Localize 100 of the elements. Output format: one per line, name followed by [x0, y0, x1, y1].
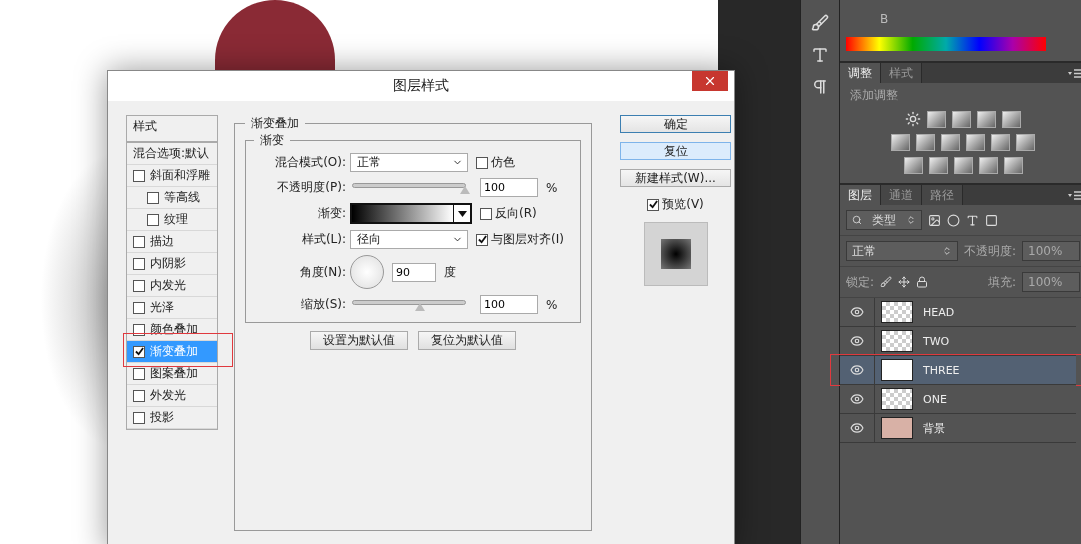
eye-icon[interactable]: [850, 363, 864, 377]
checkbox[interactable]: [480, 207, 492, 220]
gradient-picker[interactable]: [350, 203, 472, 224]
checkbox[interactable]: [133, 389, 145, 402]
image-icon[interactable]: [928, 213, 941, 227]
adjustment-icon[interactable]: [941, 134, 960, 151]
updown-icon: [906, 215, 916, 225]
shape-icon[interactable]: [985, 213, 998, 227]
scale-input[interactable]: 100: [480, 295, 538, 314]
checkbox[interactable]: [133, 279, 145, 292]
layer-row[interactable]: TWO: [840, 327, 1077, 356]
adjustment-icon[interactable]: [916, 134, 935, 151]
adjustment-icon[interactable]: [952, 111, 971, 128]
eye-icon[interactable]: [850, 305, 864, 319]
brightness-icon[interactable]: [905, 111, 921, 127]
layer-row[interactable]: HEAD: [840, 298, 1077, 327]
style-list-item[interactable]: 纹理: [127, 209, 217, 231]
eye-icon[interactable]: [850, 334, 864, 348]
checkbox[interactable]: [133, 235, 145, 248]
text-tool-icon[interactable]: [811, 46, 829, 64]
adjustment-icon[interactable]: [903, 157, 923, 174]
style-list-item[interactable]: 外发光: [127, 385, 217, 407]
checkbox[interactable]: [133, 169, 145, 182]
style-list-item[interactable]: 描边: [127, 231, 217, 253]
layer-name: THREE: [923, 363, 960, 377]
slider[interactable]: [352, 298, 466, 311]
field-label: 不透明度(P):: [276, 179, 346, 196]
default-button[interactable]: 复位为默认值: [418, 331, 516, 350]
checkbox[interactable]: [133, 411, 145, 424]
angle-input[interactable]: 90: [392, 262, 436, 282]
adjustment-icon[interactable]: [966, 134, 985, 151]
style-list-item[interactable]: 斜面和浮雕: [127, 165, 217, 187]
checkbox-label: 反向(R): [495, 205, 537, 222]
move-icon[interactable]: [898, 276, 911, 288]
panel-tab[interactable]: 图层: [840, 185, 881, 205]
checkbox[interactable]: [147, 191, 159, 204]
adjustment-icon[interactable]: [1002, 111, 1021, 128]
section-title: 渐变叠加: [250, 115, 300, 132]
opacity-label: 不透明度:: [964, 242, 1017, 260]
lock-label: 锁定:: [846, 273, 875, 291]
style-label: 渐变叠加: [150, 343, 198, 360]
checkbox[interactable]: [147, 213, 159, 226]
slider-thumb[interactable]: [415, 302, 426, 311]
style-list-item[interactable]: 图案叠加: [127, 363, 217, 385]
brush-icon[interactable]: [880, 276, 893, 288]
checkbox[interactable]: [476, 156, 488, 169]
checkbox[interactable]: [133, 301, 145, 314]
adjustment-icon[interactable]: [978, 157, 998, 174]
blend-mode-select[interactable]: 正常: [350, 153, 468, 172]
style-list-item[interactable]: 等高线: [127, 187, 217, 209]
field-label: 样式(L):: [300, 231, 346, 248]
layer-row[interactable]: ONE: [840, 385, 1077, 414]
adjustment-icon[interactable]: [977, 111, 996, 128]
eye-icon[interactable]: [850, 421, 864, 435]
slider-thumb[interactable]: [460, 185, 470, 194]
channel-label: B: [880, 11, 889, 26]
dialog-button[interactable]: 确定: [620, 115, 731, 133]
style-list-item[interactable]: 内阴影: [127, 253, 217, 275]
opacity-input[interactable]: 100: [480, 178, 538, 197]
blend-mode-select[interactable]: 正常: [846, 241, 958, 261]
adjustment-icon[interactable]: [1003, 157, 1023, 174]
panel-tab[interactable]: 调整: [840, 63, 881, 83]
brush-icon[interactable]: [811, 14, 829, 32]
lock-icon[interactable]: [916, 276, 929, 288]
style-list-item[interactable]: 内发光: [127, 275, 217, 297]
adjustment-icon[interactable]: [953, 157, 973, 174]
layer-name: TWO: [923, 334, 950, 348]
adjustment-icon[interactable]: [927, 111, 946, 128]
adjustment-icon[interactable]: [1016, 134, 1035, 151]
style-list-item[interactable]: 光泽: [127, 297, 217, 319]
checkbox[interactable]: [133, 257, 145, 270]
dialog-button[interactable]: 新建样式(W)...: [620, 169, 731, 187]
checkbox[interactable]: [133, 345, 145, 358]
checkbox[interactable]: [476, 233, 488, 246]
checkbox[interactable]: [133, 367, 145, 380]
adjustment-icon[interactable]: [891, 134, 910, 151]
close-button[interactable]: [692, 71, 728, 91]
panel-heading: 添加调整: [849, 87, 899, 104]
filter-select[interactable]: 类型: [846, 210, 922, 230]
field-label: 混合模式(O):: [274, 154, 346, 171]
menu-icon[interactable]: [1068, 190, 1081, 200]
checkbox-label: 仿色: [491, 154, 515, 171]
unit-label: 度: [444, 263, 456, 281]
style-list-item[interactable]: 混合选项:默认: [127, 143, 217, 165]
circle-icon[interactable]: [947, 213, 960, 227]
menu-icon[interactable]: [1068, 68, 1081, 78]
style-select[interactable]: 径向: [350, 230, 468, 249]
paragraph-icon[interactable]: [811, 78, 829, 96]
eye-icon[interactable]: [850, 392, 864, 406]
dialog-button[interactable]: 复位: [620, 142, 731, 160]
style-list-item[interactable]: 投影: [127, 407, 217, 429]
default-button[interactable]: 设置为默认值: [310, 331, 408, 350]
adjustment-icon[interactable]: [928, 157, 948, 174]
layer-row[interactable]: 背景: [840, 414, 1077, 443]
adjustment-icon[interactable]: [991, 134, 1010, 151]
dropdown-icon: [457, 210, 467, 217]
text-icon[interactable]: [966, 213, 979, 227]
checkbox-label: 预览(V): [662, 196, 704, 213]
field-label: 缩放(S):: [299, 296, 346, 313]
checkbox[interactable]: [647, 198, 660, 211]
